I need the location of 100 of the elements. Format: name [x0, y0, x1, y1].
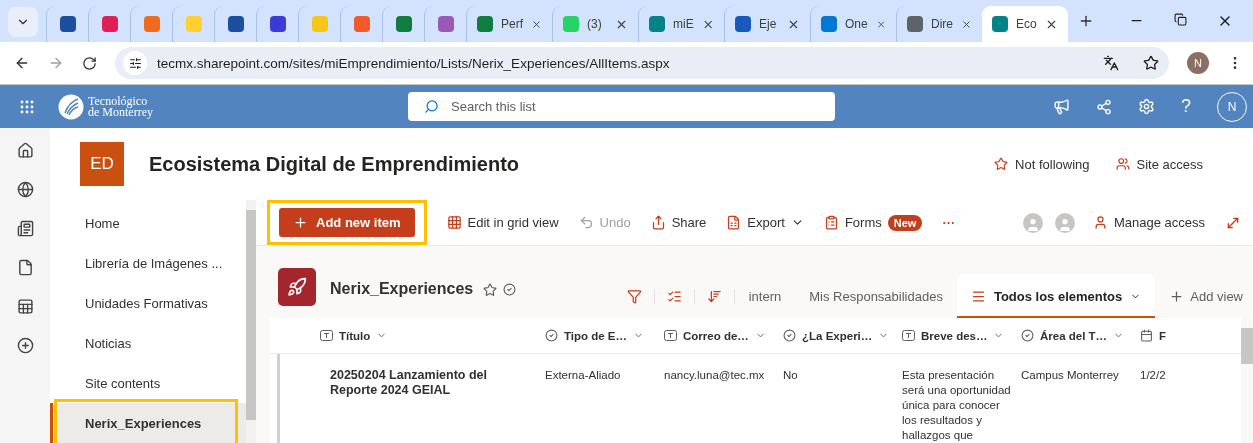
site-icon — [353, 16, 370, 32]
grid-icon — [446, 215, 462, 230]
table-cell-text: Externa-Aliado — [545, 368, 622, 383]
check-circle-icon[interactable] — [503, 283, 517, 296]
text-field-icon — [664, 330, 677, 341]
people-icon — [1115, 157, 1130, 171]
table-icon[interactable] — [16, 298, 34, 315]
text-field-icon — [902, 330, 915, 341]
site-icon — [269, 16, 286, 32]
site-icon — [649, 16, 665, 32]
nav-item[interactable]: Home — [50, 203, 246, 243]
translate-icon[interactable] — [1103, 55, 1119, 71]
column-header[interactable]: Breve des… — [902, 329, 1021, 342]
app-launcher-icon[interactable] — [20, 99, 34, 114]
column-header[interactable]: Correo de… — [664, 329, 783, 342]
new-tab-icon[interactable] — [1078, 13, 1094, 29]
manage-access-button[interactable]: Manage access — [1092, 215, 1205, 230]
site-icon — [735, 16, 751, 32]
nav-item[interactable]: Unidades Formativas — [50, 283, 246, 323]
nav-item[interactable]: Librería de Imágenes ... — [50, 243, 246, 283]
more-button[interactable]: ··· — [942, 215, 956, 230]
table-cell-text: Esta presentación será una oportunidad única para conocer los resultados y hallazgos que — [902, 368, 1012, 443]
command-button[interactable]: Edit in grid view — [446, 215, 559, 230]
column-header[interactable]: Título — [270, 329, 545, 342]
column-header[interactable]: Tipo de E… — [545, 329, 664, 342]
scrollbar[interactable] — [246, 200, 256, 443]
column-header[interactable]: Área del T… — [1021, 329, 1140, 342]
nav-item[interactable]: Nerix_Experiences — [50, 403, 246, 443]
search-icon — [424, 99, 439, 114]
table-cell-text: Campus Monterrey — [1021, 368, 1120, 383]
check-circle-icon — [783, 329, 796, 342]
command-button[interactable]: Export — [726, 215, 804, 230]
restore-icon[interactable] — [1174, 13, 1187, 26]
site-icon — [227, 16, 244, 32]
site-access-button[interactable]: Site access — [1115, 156, 1203, 172]
person-icon — [1092, 215, 1108, 230]
file-icon[interactable] — [16, 259, 34, 276]
table-cell-text: 1/2/2 — [1140, 368, 1167, 383]
news-icon[interactable] — [16, 220, 34, 237]
site-icon — [477, 16, 493, 32]
view-tab[interactable]: intern — [734, 274, 796, 318]
check-circle-icon — [1021, 329, 1034, 342]
star-icon[interactable] — [1143, 55, 1159, 71]
rocket-icon — [278, 268, 316, 306]
back-icon[interactable] — [14, 55, 30, 71]
site-icon — [437, 16, 454, 32]
site-icon — [185, 16, 202, 32]
site-icon — [143, 16, 160, 32]
brand-name: Tecnológico — [88, 95, 149, 107]
nav-item[interactable]: Site contents — [50, 363, 246, 403]
add-item-button[interactable]: Add new item — [279, 208, 415, 237]
view-tab[interactable]: Mis Responsabilidades — [795, 274, 957, 318]
tab-title: Eco — [1016, 17, 1037, 31]
spreadsheet-icon — [726, 215, 742, 230]
tab-title: Eje — [759, 17, 778, 31]
site-icon — [395, 16, 412, 32]
sort-icon[interactable] — [706, 288, 722, 304]
column-header[interactable]: ¿La Experi… — [783, 329, 902, 342]
command-button[interactable]: Share — [650, 215, 707, 230]
filter-icon[interactable] — [626, 288, 642, 304]
column-header[interactable]: F — [1140, 329, 1253, 342]
group-icon[interactable] — [666, 288, 682, 304]
site-icon — [311, 16, 328, 32]
browser-tab[interactable]: Eco — [982, 6, 1068, 42]
table-cell-text: nancy.luna@tec.mx — [664, 368, 766, 383]
favorite-star-icon[interactable] — [483, 283, 498, 297]
search-field[interactable]: Search this list — [408, 92, 835, 121]
help-icon[interactable]: ? — [1181, 96, 1191, 117]
globe-icon[interactable] — [16, 181, 34, 198]
check-circle-icon — [545, 329, 558, 342]
plus-icon — [293, 215, 308, 230]
lines-icon — [970, 288, 986, 304]
nav-item[interactable]: Noticias — [50, 323, 246, 363]
table-cell-text: No — [783, 368, 799, 383]
tab-title: (3) — [587, 17, 603, 31]
site-icon — [563, 16, 579, 32]
site-icon — [992, 16, 1008, 32]
home-icon[interactable] — [16, 142, 34, 159]
table-cell-text: 20250204 Lanzamiento del Reporte 2024 GEIAL — [329, 368, 489, 398]
reload-icon[interactable] — [82, 55, 97, 71]
tab-title: miE — [673, 17, 694, 31]
follow-button[interactable]: Not following — [994, 156, 1090, 172]
profile-avatar[interactable]: N — [1187, 52, 1209, 74]
scrollbar[interactable] — [1241, 318, 1253, 443]
form-icon — [823, 215, 839, 230]
megaphone-icon[interactable] — [1053, 98, 1070, 115]
site-icon — [907, 16, 923, 32]
settings-icon[interactable] — [1138, 98, 1155, 115]
site-icon — [101, 16, 118, 32]
add-view-button[interactable]: Add view — [1155, 288, 1253, 304]
tab-title: Perf — [501, 17, 523, 31]
site-settings-button[interactable] — [123, 51, 147, 75]
command-button[interactable]: Forms New — [823, 214, 923, 231]
view-tab[interactable]: Todos los elementos — [956, 274, 1156, 318]
calendar-icon — [1140, 329, 1153, 342]
connection-icon[interactable] — [1096, 98, 1112, 115]
avatar-icon — [1022, 212, 1043, 233]
site-icon — [59, 16, 76, 32]
plus-circle-icon[interactable] — [16, 337, 34, 354]
tab-title: Dire — [931, 17, 953, 31]
